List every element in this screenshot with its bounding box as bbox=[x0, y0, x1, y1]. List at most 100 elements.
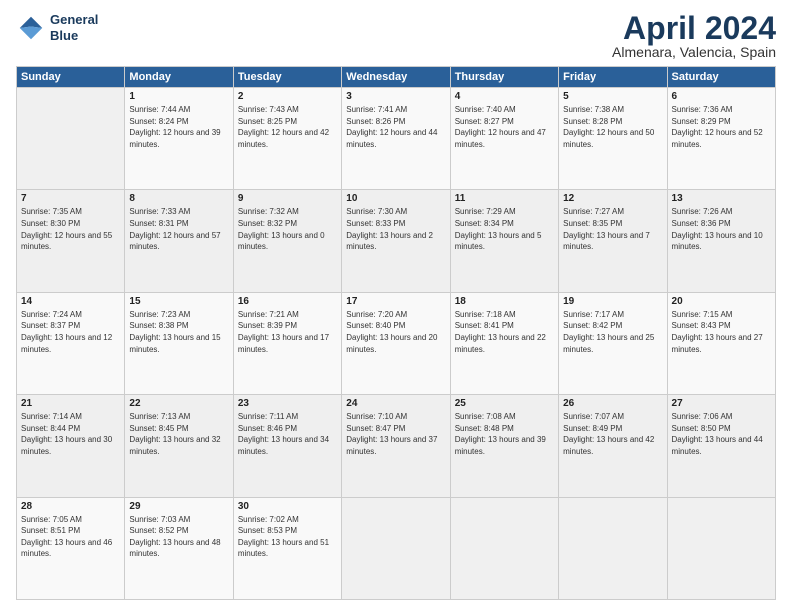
day-number: 16 bbox=[238, 296, 337, 307]
day-number: 22 bbox=[129, 398, 228, 409]
day-cell: 28Sunrise: 7:05 AM Sunset: 8:51 PM Dayli… bbox=[17, 497, 125, 599]
day-cell: 11Sunrise: 7:29 AM Sunset: 8:34 PM Dayli… bbox=[450, 190, 558, 292]
day-cell bbox=[559, 497, 667, 599]
cell-content: Sunrise: 7:13 AM Sunset: 8:45 PM Dayligh… bbox=[129, 411, 228, 457]
day-cell: 13Sunrise: 7:26 AM Sunset: 8:36 PM Dayli… bbox=[667, 190, 775, 292]
cell-content: Sunrise: 7:21 AM Sunset: 8:39 PM Dayligh… bbox=[238, 309, 337, 355]
day-number: 12 bbox=[563, 193, 662, 204]
cell-content: Sunrise: 7:10 AM Sunset: 8:47 PM Dayligh… bbox=[346, 411, 445, 457]
cell-content: Sunrise: 7:02 AM Sunset: 8:53 PM Dayligh… bbox=[238, 514, 337, 560]
day-number: 18 bbox=[455, 296, 554, 307]
cell-content: Sunrise: 7:41 AM Sunset: 8:26 PM Dayligh… bbox=[346, 104, 445, 150]
day-number: 6 bbox=[672, 91, 771, 102]
day-number: 8 bbox=[129, 193, 228, 204]
day-cell: 19 Sunrise: 7:17 AM Sunset: 8:42 PM Dayli… bbox=[559, 292, 667, 394]
header-cell-friday: Friday bbox=[559, 67, 667, 88]
day-cell bbox=[342, 497, 450, 599]
cell-content: Sunrise: 7:24 AM Sunset: 8:37 PM Dayligh… bbox=[21, 309, 120, 355]
day-number: 24 bbox=[346, 398, 445, 409]
header-cell-thursday: Thursday bbox=[450, 67, 558, 88]
day-cell: 27 Sunrise: 7:06 AM Sunset: 8:50 PM Dayli… bbox=[667, 395, 775, 497]
day-number: 9 bbox=[238, 193, 337, 204]
cell-content: Sunrise: 7:18 AM Sunset: 8:41 PM Dayligh… bbox=[455, 309, 554, 355]
cell-content: Sunrise: 7:33 AM Sunset: 8:31 PM Dayligh… bbox=[129, 206, 228, 252]
cell-content: Sunrise: 7:40 AM Sunset: 8:27 PM Dayligh… bbox=[455, 104, 554, 150]
day-cell: 24 Sunrise: 7:10 AM Sunset: 8:47 PM Dayli… bbox=[342, 395, 450, 497]
day-number: 3 bbox=[346, 91, 445, 102]
cell-content: Sunrise: 7:32 AM Sunset: 8:32 PM Dayligh… bbox=[238, 206, 337, 252]
day-number: 27 bbox=[672, 398, 771, 409]
day-number: 19 bbox=[563, 296, 662, 307]
cell-content: Sunrise: 7:36 AM Sunset: 8:29 PM Dayligh… bbox=[672, 104, 771, 150]
day-number: 15 bbox=[129, 296, 228, 307]
title-block: April 2024 Almenara, Valencia, Spain bbox=[612, 12, 776, 60]
day-number: 28 bbox=[21, 501, 120, 512]
day-cell: 6 Sunrise: 7:36 AM Sunset: 8:29 PM Daylig… bbox=[667, 88, 775, 190]
day-cell: 14 Sunrise: 7:24 AM Sunset: 8:37 PM Dayli… bbox=[17, 292, 125, 394]
day-number: 30 bbox=[238, 501, 337, 512]
day-number: 14 bbox=[21, 296, 120, 307]
day-cell: 16 Sunrise: 7:21 AM Sunset: 8:39 PM Dayli… bbox=[233, 292, 341, 394]
header-cell-wednesday: Wednesday bbox=[342, 67, 450, 88]
day-cell: 1 Sunrise: 7:44 AM Sunset: 8:24 PM Daylig… bbox=[125, 88, 233, 190]
day-number: 10 bbox=[346, 193, 445, 204]
week-row-4: 28Sunrise: 7:05 AM Sunset: 8:51 PM Dayli… bbox=[17, 497, 776, 599]
week-row-2: 14 Sunrise: 7:24 AM Sunset: 8:37 PM Dayli… bbox=[17, 292, 776, 394]
cell-content: Sunrise: 7:27 AM Sunset: 8:35 PM Dayligh… bbox=[563, 206, 662, 252]
cell-content: Sunrise: 7:08 AM Sunset: 8:48 PM Dayligh… bbox=[455, 411, 554, 457]
day-cell: 2Sunrise: 7:43 AM Sunset: 8:25 PM Daylig… bbox=[233, 88, 341, 190]
day-cell: 8 Sunrise: 7:33 AM Sunset: 8:31 PM Daylig… bbox=[125, 190, 233, 292]
calendar-body: 1 Sunrise: 7:44 AM Sunset: 8:24 PM Daylig… bbox=[17, 88, 776, 600]
day-number: 25 bbox=[455, 398, 554, 409]
cell-content: Sunrise: 7:44 AM Sunset: 8:24 PM Dayligh… bbox=[129, 104, 228, 150]
calendar-table: SundayMondayTuesdayWednesdayThursdayFrid… bbox=[16, 66, 776, 600]
day-cell bbox=[17, 88, 125, 190]
day-cell: 15Sunrise: 7:23 AM Sunset: 8:38 PM Dayli… bbox=[125, 292, 233, 394]
header-cell-saturday: Saturday bbox=[667, 67, 775, 88]
cell-content: Sunrise: 7:06 AM Sunset: 8:50 PM Dayligh… bbox=[672, 411, 771, 457]
logo-icon bbox=[16, 13, 46, 43]
cell-content: Sunrise: 7:30 AM Sunset: 8:33 PM Dayligh… bbox=[346, 206, 445, 252]
day-cell: 18 Sunrise: 7:18 AM Sunset: 8:41 PM Dayli… bbox=[450, 292, 558, 394]
day-cell bbox=[667, 497, 775, 599]
cell-content: Sunrise: 7:15 AM Sunset: 8:43 PM Dayligh… bbox=[672, 309, 771, 355]
cell-content: Sunrise: 7:20 AM Sunset: 8:40 PM Dayligh… bbox=[346, 309, 445, 355]
day-number: 20 bbox=[672, 296, 771, 307]
day-cell: 9 Sunrise: 7:32 AM Sunset: 8:32 PM Daylig… bbox=[233, 190, 341, 292]
day-cell: 26Sunrise: 7:07 AM Sunset: 8:49 PM Dayli… bbox=[559, 395, 667, 497]
cell-content: Sunrise: 7:14 AM Sunset: 8:44 PM Dayligh… bbox=[21, 411, 120, 457]
cell-content: Sunrise: 7:07 AM Sunset: 8:49 PM Dayligh… bbox=[563, 411, 662, 457]
day-number: 21 bbox=[21, 398, 120, 409]
header-cell-monday: Monday bbox=[125, 67, 233, 88]
day-cell bbox=[450, 497, 558, 599]
week-row-0: 1 Sunrise: 7:44 AM Sunset: 8:24 PM Daylig… bbox=[17, 88, 776, 190]
calendar-header: SundayMondayTuesdayWednesdayThursdayFrid… bbox=[17, 67, 776, 88]
day-cell: 4 Sunrise: 7:40 AM Sunset: 8:27 PM Daylig… bbox=[450, 88, 558, 190]
cell-content: Sunrise: 7:17 AM Sunset: 8:42 PM Dayligh… bbox=[563, 309, 662, 355]
cell-content: Sunrise: 7:35 AM Sunset: 8:30 PM Dayligh… bbox=[21, 206, 120, 252]
logo-text: General Blue bbox=[50, 12, 98, 43]
cell-content: Sunrise: 7:38 AM Sunset: 8:28 PM Dayligh… bbox=[563, 104, 662, 150]
week-row-3: 21 Sunrise: 7:14 AM Sunset: 8:44 PM Dayli… bbox=[17, 395, 776, 497]
header-cell-tuesday: Tuesday bbox=[233, 67, 341, 88]
day-cell: 5 Sunrise: 7:38 AM Sunset: 8:28 PM Daylig… bbox=[559, 88, 667, 190]
cell-content: Sunrise: 7:26 AM Sunset: 8:36 PM Dayligh… bbox=[672, 206, 771, 252]
day-number: 17 bbox=[346, 296, 445, 307]
day-cell: 7 Sunrise: 7:35 AM Sunset: 8:30 PM Daylig… bbox=[17, 190, 125, 292]
day-number: 11 bbox=[455, 193, 554, 204]
logo-line1: General bbox=[50, 12, 98, 28]
cell-content: Sunrise: 7:11 AM Sunset: 8:46 PM Dayligh… bbox=[238, 411, 337, 457]
day-cell: 21 Sunrise: 7:14 AM Sunset: 8:44 PM Dayli… bbox=[17, 395, 125, 497]
day-number: 5 bbox=[563, 91, 662, 102]
day-number: 7 bbox=[21, 193, 120, 204]
page: General Blue April 2024 Almenara, Valenc… bbox=[0, 0, 792, 612]
week-row-1: 7 Sunrise: 7:35 AM Sunset: 8:30 PM Daylig… bbox=[17, 190, 776, 292]
cell-content: Sunrise: 7:03 AM Sunset: 8:52 PM Dayligh… bbox=[129, 514, 228, 560]
day-number: 1 bbox=[129, 91, 228, 102]
day-cell: 12 Sunrise: 7:27 AM Sunset: 8:35 PM Dayli… bbox=[559, 190, 667, 292]
location-subtitle: Almenara, Valencia, Spain bbox=[612, 44, 776, 60]
day-cell: 10 Sunrise: 7:30 AM Sunset: 8:33 PM Dayli… bbox=[342, 190, 450, 292]
day-number: 29 bbox=[129, 501, 228, 512]
day-number: 4 bbox=[455, 91, 554, 102]
day-number: 23 bbox=[238, 398, 337, 409]
